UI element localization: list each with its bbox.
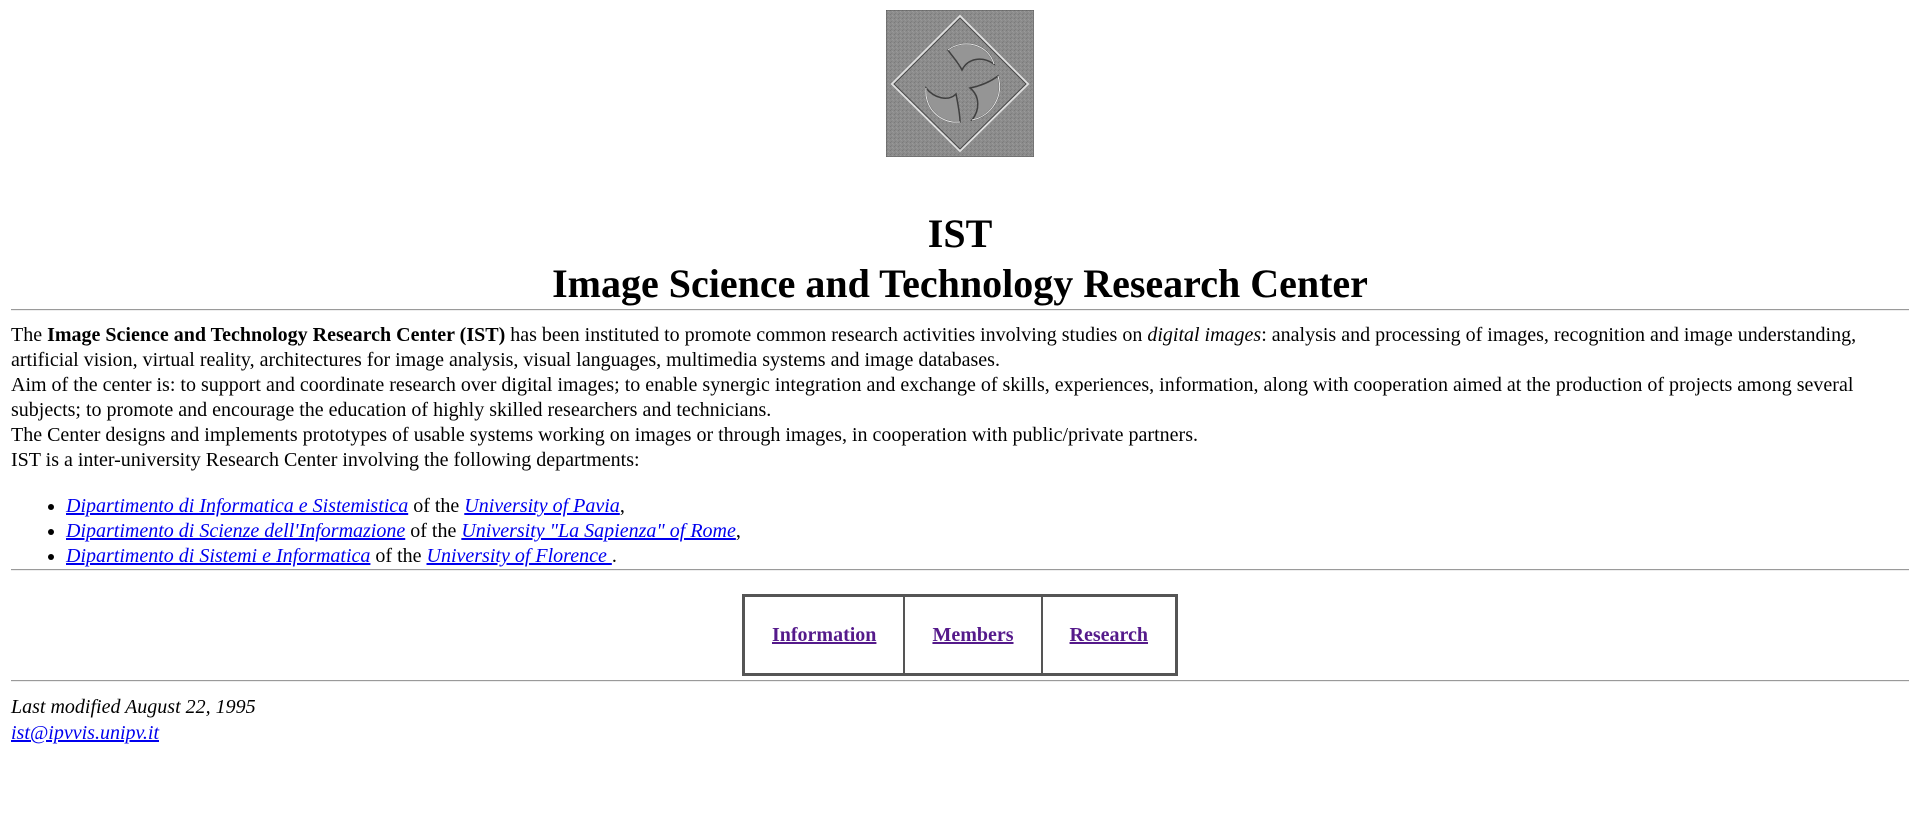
nav-row: Information Members Research <box>743 596 1177 674</box>
dept-link-pavia[interactable]: Dipartimento di Informatica e Sistemisti… <box>66 495 408 517</box>
punctuation: , <box>735 520 741 542</box>
intro-paragraph-4: IST is a inter-university Research Cente… <box>11 449 640 471</box>
intro-paragraph-1: The Image Science and Technology Researc… <box>11 323 1909 373</box>
dept-link-florence[interactable]: Dipartimento di Sistemi e Informatica <box>66 545 370 567</box>
divider <box>11 569 1909 571</box>
of-the-text: of the <box>408 495 465 517</box>
department-list: Dipartimento di Informatica e Sistemisti… <box>11 494 1909 569</box>
last-modified: Last modified August 22, 1995 <box>11 696 256 718</box>
of-the-text: of the <box>370 545 427 567</box>
footer: Last modified August 22, 1995 ist@ipvvis… <box>11 694 1909 746</box>
nav-cell-members: Members <box>904 596 1042 674</box>
nav-cell-information: Information <box>743 596 905 674</box>
email-link[interactable]: ist@ipvvis.unipv.it <box>11 722 159 744</box>
list-item: Dipartimento di Scienze dell'Informazion… <box>66 519 1909 544</box>
ist-emblem-icon <box>886 10 1034 157</box>
intro-paragraph-2: Aim of the center is: to support and coo… <box>11 374 1854 421</box>
title-acronym: IST <box>927 211 993 256</box>
page-title: IST Image Science and Technology Researc… <box>11 209 1909 309</box>
university-link-pavia[interactable]: University of Pavia <box>464 495 620 517</box>
email-container: ist@ipvvis.unipv.it <box>11 720 1909 746</box>
list-item: Dipartimento di Informatica e Sistemisti… <box>66 494 1909 519</box>
intro-the: The <box>11 324 48 346</box>
logo-container <box>11 10 1909 157</box>
divider <box>11 680 1909 682</box>
members-link[interactable]: Members <box>932 624 1013 646</box>
intro-mid: has been instituted to promote common re… <box>505 324 1148 346</box>
title-full-name: Image Science and Technology Research Ce… <box>552 261 1368 306</box>
university-link-rome[interactable]: University "La Sapienza" of Rome <box>461 520 736 542</box>
intro-paragraph-3: The Center designs and implements protot… <box>11 424 1198 446</box>
dept-link-rome[interactable]: Dipartimento di Scienze dell'Informazion… <box>66 520 405 542</box>
research-link[interactable]: Research <box>1070 624 1149 646</box>
punctuation: , <box>619 495 625 517</box>
list-item: Dipartimento di Sistemi e Informatica of… <box>66 544 1909 569</box>
nav-table: Information Members Research <box>741 594 1179 676</box>
of-the-text: of the <box>405 520 462 542</box>
divider <box>11 309 1909 311</box>
page: IST Image Science and Technology Researc… <box>0 0 1920 825</box>
intro-digital-images: digital images <box>1147 324 1262 346</box>
nav-cell-research: Research <box>1041 596 1177 674</box>
nav-container: Information Members Research <box>11 594 1909 680</box>
information-link[interactable]: Information <box>772 624 876 646</box>
intro-center-name: Image Science and Technology Research Ce… <box>47 324 506 346</box>
punctuation: . <box>611 545 617 567</box>
intro-text: The Image Science and Technology Researc… <box>11 323 1909 473</box>
university-link-florence[interactable]: University of Florence <box>427 545 612 567</box>
